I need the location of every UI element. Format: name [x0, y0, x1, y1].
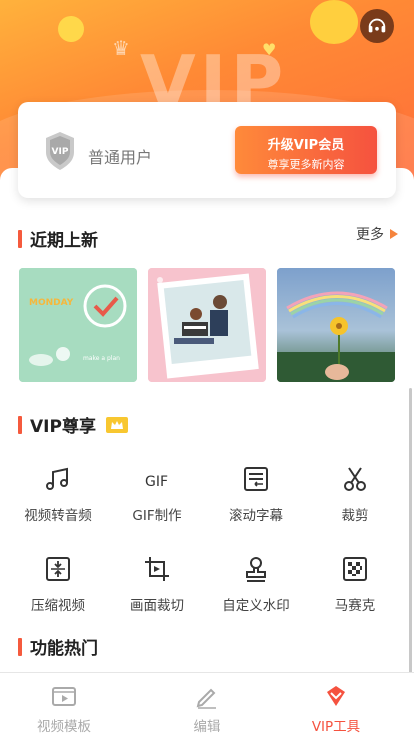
make-plan-caption: make a plan — [83, 355, 120, 362]
decor-coin-icon — [54, 12, 88, 46]
recent-section-title: 近期上新 — [18, 226, 98, 251]
tab-label: VIP工具 — [311, 719, 361, 735]
tool-label: 马赛克 — [334, 598, 376, 614]
tab-label: 编辑 — [193, 719, 221, 735]
title-accent-bar — [18, 415, 22, 434]
hot-section-title: 功能热门 — [18, 634, 98, 659]
tool-video-to-audio[interactable]: 视频转音频 — [8, 464, 108, 524]
member-badge-icon: VIP — [46, 132, 74, 170]
tool-label: 画面裁切 — [130, 598, 184, 614]
vip-title-text: VIP尊享 — [30, 417, 96, 437]
monday-illustration: MONDAY make a plan — [19, 268, 137, 382]
tab-edit[interactable]: 编辑 — [147, 683, 267, 735]
gif-icon: GIF — [145, 474, 168, 490]
recent-item-rainbow[interactable] — [277, 268, 395, 382]
tool-scrolling-subtitle[interactable]: 滚动字幕 — [206, 464, 306, 524]
recent-title-text: 近期上新 — [30, 231, 98, 251]
tab-label: 视频模板 — [37, 719, 91, 735]
mosaic-icon — [343, 557, 367, 581]
video-template-icon — [52, 687, 76, 706]
edit-icon — [196, 688, 216, 709]
recent-item-couple[interactable] — [148, 268, 266, 382]
upgrade-vip-button[interactable]: 升级VIP会员 尊享更多新内容 — [235, 126, 377, 174]
user-membership-card: VIP 普通用户 升级VIP会员 尊享更多新内容 — [18, 102, 396, 198]
scrolling-subtitle-icon — [244, 467, 268, 491]
vip-crown-icon — [105, 416, 128, 433]
compress-icon — [46, 557, 70, 581]
stamp-icon — [246, 557, 266, 582]
tool-trim[interactable]: 裁剪 — [305, 464, 405, 524]
title-accent-bar — [18, 637, 22, 656]
tool-label: 视频转音频 — [24, 508, 92, 524]
hot-title-text: 功能热门 — [30, 639, 98, 659]
customer-service-button[interactable] — [360, 9, 394, 43]
scrollbar[interactable] — [409, 388, 412, 708]
tool-label: 压缩视频 — [31, 598, 85, 614]
scissors-icon — [344, 467, 366, 491]
arrow-right-icon — [390, 229, 398, 239]
main-content: 近期上新 更多 MONDAY make a plan VIP尊享 视频转音频 G… — [0, 168, 414, 708]
recent-item-monday[interactable]: MONDAY make a plan — [19, 268, 137, 382]
tool-label: 自定义水印 — [222, 598, 290, 614]
rainbow-flower-illustration — [277, 268, 395, 382]
vip-tools-icon — [327, 686, 345, 706]
crop-icon — [145, 557, 169, 581]
couple-photo-illustration — [148, 268, 266, 382]
bottom-tab-bar: 视频模板 编辑 VIP工具 — [0, 672, 414, 737]
tool-compress-video[interactable]: 压缩视频 — [8, 554, 108, 614]
title-accent-bar — [18, 229, 22, 248]
user-level-label: 普通用户 — [88, 148, 153, 167]
tool-crop-frame[interactable]: 画面裁切 — [107, 554, 207, 614]
tool-gif-maker[interactable]: GIF GIF制作 — [107, 464, 207, 524]
headset-icon — [368, 18, 386, 33]
gif-glyph: GIF — [145, 474, 168, 490]
tab-vip-tools[interactable]: VIP工具 — [276, 683, 396, 735]
decor-bell-icon — [310, 0, 358, 44]
upgrade-subtitle: 尊享更多新内容 — [267, 158, 345, 171]
monday-caption: MONDAY — [29, 298, 74, 308]
tool-label: 滚动字幕 — [229, 508, 283, 524]
tool-label: GIF制作 — [132, 508, 182, 524]
music-note-icon — [46, 467, 68, 490]
more-link[interactable]: 更多 — [356, 224, 398, 244]
vip-section-title: VIP尊享 — [18, 412, 128, 437]
tool-custom-watermark[interactable]: 自定义水印 — [206, 554, 306, 614]
tool-mosaic[interactable]: 马赛克 — [305, 554, 405, 614]
more-label: 更多 — [356, 227, 384, 243]
tab-video-templates[interactable]: 视频模板 — [4, 683, 124, 735]
upgrade-title: 升级VIP会员 — [267, 138, 345, 153]
tool-label: 裁剪 — [341, 508, 369, 524]
crown-decor-icon: ♛ — [112, 36, 130, 60]
badge-text: VIP — [52, 147, 69, 157]
